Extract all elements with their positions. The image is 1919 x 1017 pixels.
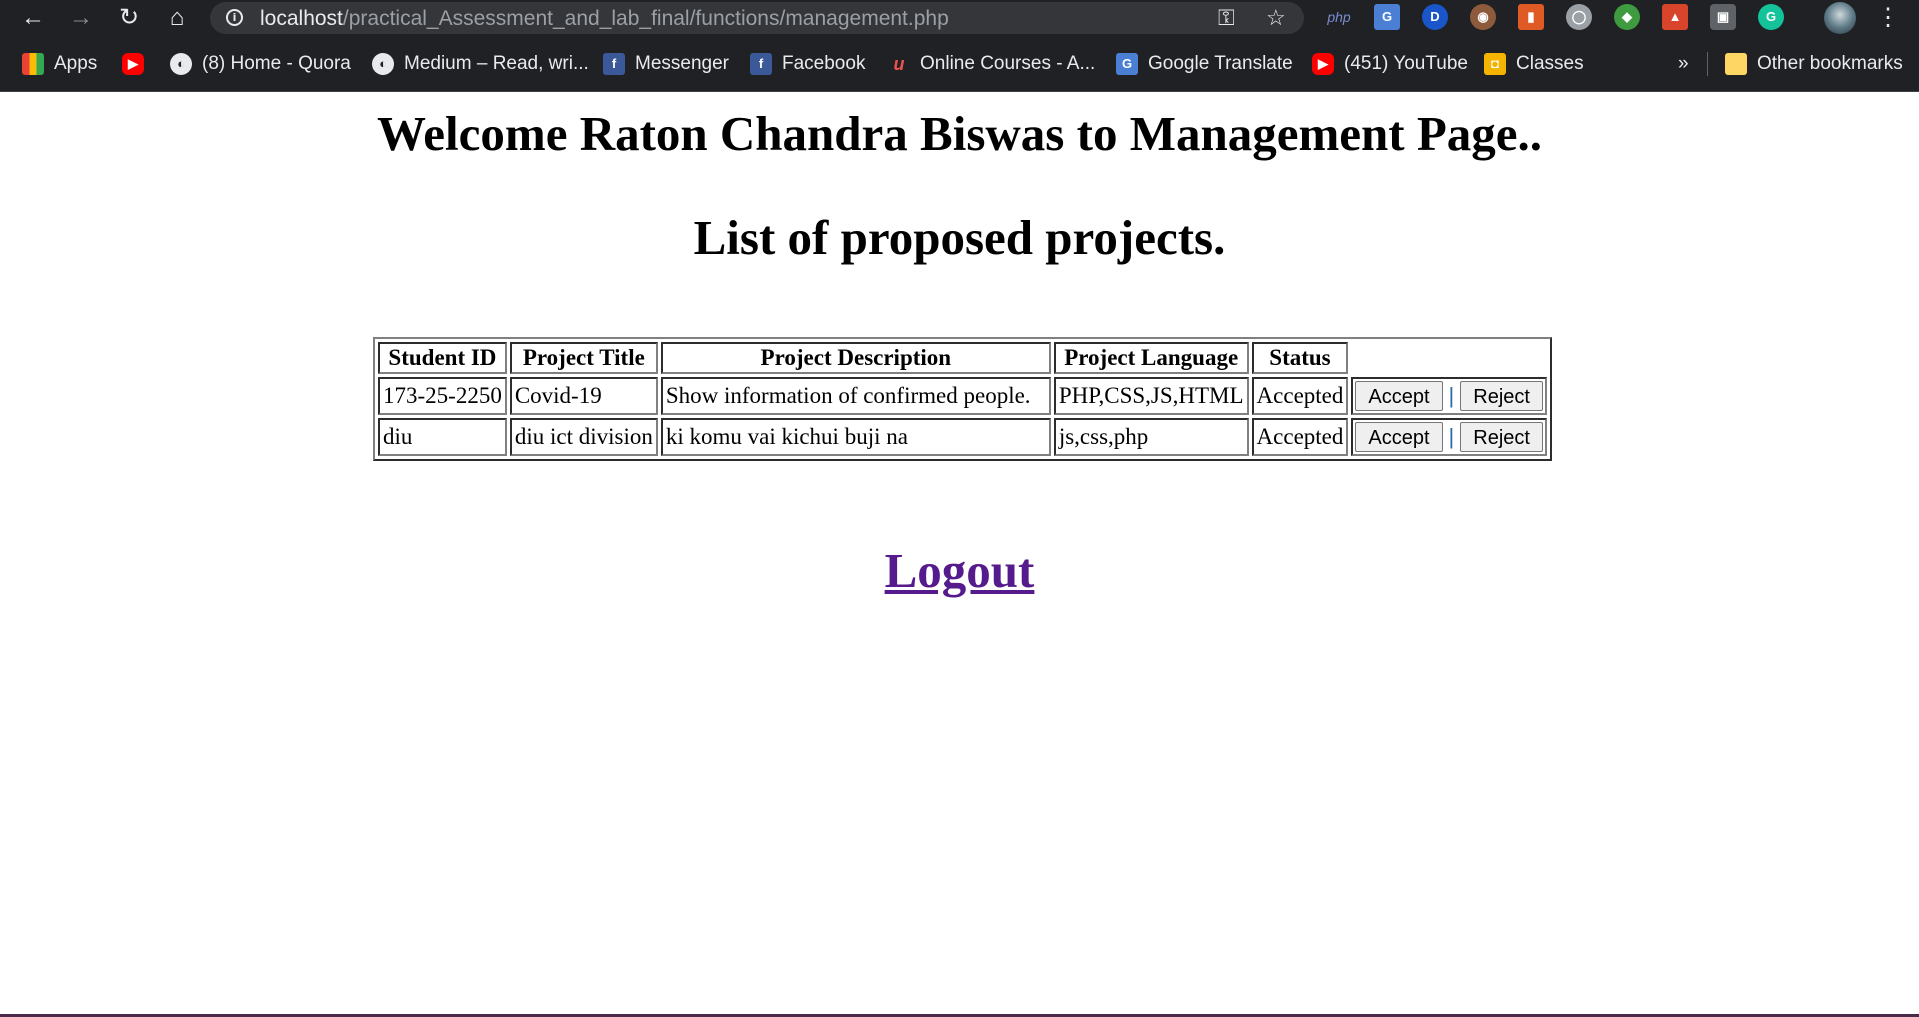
facebook-icon: f — [750, 52, 772, 75]
key-icon[interactable]: ⚿ — [1218, 5, 1235, 31]
header-actions — [1351, 342, 1547, 374]
accept-button[interactable]: Accept — [1355, 381, 1443, 411]
bookmark-label: Messenger — [635, 53, 729, 74]
cell-project-description: Show information of confirmed people. — [660, 377, 1051, 415]
grammarly-extension-icon[interactable]: G — [1758, 4, 1784, 30]
facebook-icon: f — [603, 52, 625, 75]
menu-dots-icon[interactable]: ⋮ — [1876, 2, 1900, 34]
cell-student-id: diu — [378, 418, 507, 456]
site-info-icon[interactable]: i — [226, 9, 243, 26]
bookmark-label: Google Translate — [1148, 53, 1293, 74]
globe-icon: ◐ — [372, 52, 394, 75]
logout-container: Logout — [0, 542, 1919, 599]
bookmark-classes[interactable]: ◘ Classes — [1484, 50, 1584, 78]
orange-extension-icon[interactable]: ▮ — [1518, 4, 1544, 30]
youtube-icon: ▶ — [1312, 52, 1334, 75]
header-project-description: Project Description — [660, 342, 1051, 374]
action-separator: | — [1448, 383, 1455, 408]
bookmark-medium[interactable]: ◐ Medium – Read, wri... — [372, 50, 589, 78]
bookmark-quora[interactable]: ◐ (8) Home - Quora — [170, 50, 351, 78]
back-icon[interactable]: ← — [17, 2, 49, 34]
cell-project-language: PHP,CSS,JS,HTML — [1053, 377, 1249, 415]
owl-extension-icon[interactable]: ◉ — [1470, 4, 1496, 30]
bookmark-label: Medium – Read, wri... — [404, 53, 589, 74]
reload-icon[interactable]: ↻ — [113, 2, 145, 34]
bookmark-star-icon[interactable]: ☆ — [1266, 5, 1286, 31]
address-bar[interactable]: i localhost/practical_Assessment_and_lab… — [210, 2, 1304, 34]
header-project-title: Project Title — [509, 342, 658, 374]
php-extension-icon[interactable]: php — [1326, 4, 1352, 30]
bookmark-label: Other bookmarks — [1757, 53, 1903, 74]
google-translate-icon: G — [1116, 52, 1138, 75]
cell-actions: Accept | Reject — [1351, 377, 1547, 415]
cell-project-description: ki komu vai kichui buji na — [660, 418, 1051, 456]
bookmark-label: (451) YouTube — [1344, 53, 1468, 74]
table-header-row: Student ID Project Title Project Descrip… — [378, 342, 1547, 374]
bookmark-youtube[interactable]: ▶ — [122, 50, 154, 78]
cell-project-title: Covid-19 — [509, 377, 658, 415]
bookmark-label: Online Courses - A... — [920, 53, 1096, 74]
url-text[interactable]: localhost/practical_Assessment_and_lab_f… — [260, 8, 949, 29]
bookmarks-bar: Apps ▶ ◐ (8) Home - Quora ◐ Medium – Read,… — [0, 36, 1919, 92]
bookmark-google-translate[interactable]: G Google Translate — [1116, 50, 1293, 78]
color-extension-icon[interactable]: ◆ — [1614, 4, 1640, 30]
cell-status: Accepted — [1251, 377, 1349, 415]
accept-button[interactable]: Accept — [1355, 422, 1443, 452]
youtube-icon: ▶ — [122, 52, 144, 75]
lighthouse-extension-icon[interactable]: ▲ — [1662, 4, 1688, 30]
table-row: 173-25-2250 Covid-19 Show information of… — [378, 377, 1547, 415]
google-translate-extension-icon[interactable]: G — [1374, 4, 1400, 30]
bookmarks-divider — [1707, 52, 1708, 76]
browser-toolbar: ← → ↻ ⌂ i localhost/practical_Assessment… — [0, 0, 1919, 36]
bookmark-label: Classes — [1516, 53, 1584, 74]
bookmark-messenger[interactable]: f Messenger — [603, 50, 729, 78]
home-icon[interactable]: ⌂ — [161, 2, 193, 34]
cell-actions: Accept | Reject — [1351, 418, 1547, 456]
forward-icon[interactable]: → — [65, 2, 97, 34]
list-heading: List of proposed projects. — [693, 210, 1226, 265]
globe-icon: ◐ — [170, 52, 192, 75]
cell-status: Accepted — [1251, 418, 1349, 456]
action-separator: | — [1448, 424, 1455, 449]
bookmark-label: (8) Home - Quora — [202, 53, 351, 74]
bookmark-other-bookmarks[interactable]: Other bookmarks — [1725, 50, 1903, 78]
bookmark-label: Apps — [54, 53, 98, 74]
d-extension-icon[interactable]: D — [1422, 4, 1448, 30]
folder-icon — [1725, 52, 1747, 75]
table-row: diu diu ict division ki komu vai kichui … — [378, 418, 1547, 456]
url-path: /practical_Assessment_and_lab_final/func… — [342, 7, 949, 30]
screen-extension-icon[interactable]: ▣ — [1710, 4, 1736, 30]
bookmarks-overflow-chevron-icon[interactable]: » — [1678, 50, 1689, 78]
classroom-icon: ◘ — [1484, 52, 1506, 75]
cell-project-language: js,css,php — [1053, 418, 1249, 456]
welcome-heading: Welcome Raton Chandra Biswas to Manageme… — [376, 106, 1543, 161]
bookmark-youtube-451[interactable]: ▶ (451) YouTube — [1312, 50, 1468, 78]
cell-project-title: diu ict division — [509, 418, 658, 456]
cell-student-id: 173-25-2250 — [378, 377, 507, 415]
header-student-id: Student ID — [378, 342, 507, 374]
profile-avatar[interactable] — [1824, 2, 1856, 34]
bookmark-label: Facebook — [782, 53, 866, 74]
apps-grid-icon — [22, 52, 44, 75]
bookmark-apps[interactable]: Apps — [22, 50, 97, 78]
url-host: localhost — [260, 7, 343, 30]
ring-extension-icon[interactable]: ◯ — [1566, 4, 1592, 30]
bookmark-facebook[interactable]: f Facebook — [750, 50, 865, 78]
projects-table: Student ID Project Title Project Descrip… — [373, 337, 1552, 461]
header-project-language: Project Language — [1053, 342, 1249, 374]
header-status: Status — [1251, 342, 1349, 374]
management-page: Welcome Raton Chandra Biswas to Manageme… — [0, 92, 1919, 1017]
logout-link[interactable]: Logout — [885, 543, 1035, 598]
bookmark-udemy[interactable]: u Online Courses - A... — [888, 50, 1096, 78]
reject-button[interactable]: Reject — [1460, 381, 1543, 411]
udemy-icon: u — [893, 53, 905, 74]
reject-button[interactable]: Reject — [1460, 422, 1543, 452]
